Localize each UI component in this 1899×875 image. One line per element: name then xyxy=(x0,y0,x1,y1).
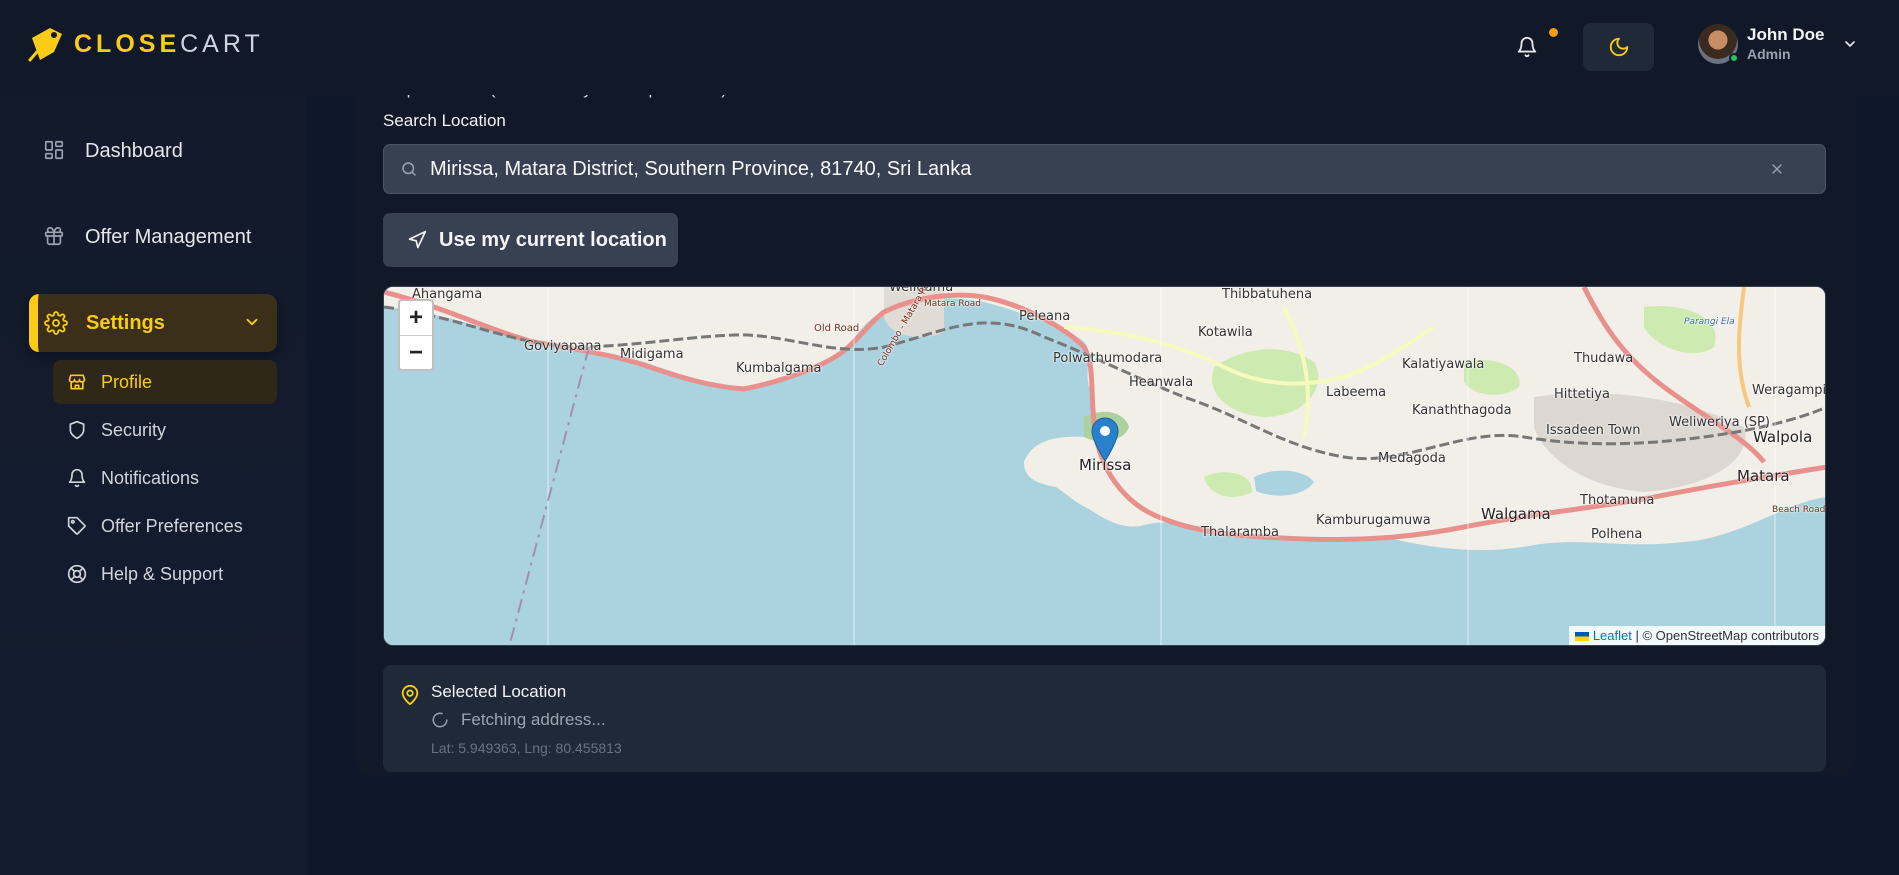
map-place-label: Kamburugamuwa xyxy=(1316,513,1431,528)
chevron-down-icon xyxy=(246,318,258,326)
map-attribution: Leaflet | © OpenStreetMap contributors xyxy=(1568,626,1825,645)
map-place-label: Thibbatuhena xyxy=(1222,287,1313,302)
map-place-label: Polwathumodara xyxy=(1053,351,1163,366)
moon-icon xyxy=(1609,37,1628,57)
ukraine-flag-icon xyxy=(1574,632,1589,642)
sidebar-subitem-profile[interactable]: Profile xyxy=(53,360,277,404)
online-status-dot xyxy=(1729,53,1739,63)
map-place-label: Walpola xyxy=(1753,428,1813,446)
map-place-label: Kanaththagoda xyxy=(1412,403,1512,418)
map-place-label: Labeema xyxy=(1326,385,1387,400)
use-current-location-button[interactable]: Use my current location xyxy=(383,213,678,267)
logo-text-close: CLOSE xyxy=(74,29,181,58)
chevron-down-icon xyxy=(1845,41,1856,47)
map-place-label: Issadeen Town xyxy=(1546,423,1641,438)
selected-location-title: Selected Location xyxy=(431,682,567,701)
sidebar-subitem-label: Help & Support xyxy=(101,563,224,584)
sidebar-subitem-offer-preferences[interactable]: Offer Preferences xyxy=(53,504,277,548)
logo[interactable]: CLOSECART xyxy=(28,24,264,64)
sidebar-subitem-security[interactable]: Security xyxy=(53,408,277,452)
sidebar-item-label: Offer Management xyxy=(85,225,252,248)
map-place-label: Hittetiya xyxy=(1554,387,1610,402)
sidebar-item-label: Dashboard xyxy=(85,139,183,162)
logo-text: CLOSECART xyxy=(74,30,264,59)
sidebar-item-label: Settings xyxy=(86,311,165,334)
fetching-address-status: Fetching address... xyxy=(431,710,606,730)
map-place-label: Weragampita xyxy=(1752,383,1826,398)
attribution-text: | © OpenStreetMap contributors xyxy=(1635,628,1820,643)
grid-icon xyxy=(43,139,67,163)
sidebar-subitem-label: Notifications xyxy=(101,467,200,488)
map-place-label: Beach Road xyxy=(1772,505,1826,515)
tag-icon xyxy=(67,516,87,536)
user-menu[interactable]: John Doe Admin xyxy=(1698,24,1858,64)
bell-icon xyxy=(67,468,87,488)
navigation-arrow-icon xyxy=(407,230,427,250)
map-place-label: Polhena xyxy=(1591,527,1643,542)
map-place-label: Heanwala xyxy=(1129,375,1194,390)
sidebar-subitem-label: Offer Preferences xyxy=(101,515,243,536)
location-marker-icon[interactable] xyxy=(1090,417,1120,463)
selected-location-panel: Selected Location Fetching address... La… xyxy=(383,665,1826,772)
map-place-label: Matara Road xyxy=(924,299,981,309)
map-place-label: Goviyapana xyxy=(524,339,602,354)
sidebar-item-settings[interactable]: Settings xyxy=(29,294,277,352)
notifications-button[interactable] xyxy=(1510,30,1544,64)
map-place-label: Kalatiyawala xyxy=(1402,357,1485,372)
map-place-label: Thalaramba xyxy=(1201,525,1279,540)
use-current-location-label: Use my current location xyxy=(439,228,667,251)
map-view[interactable]: Ahangama Goviyapana Midigama Kumbalgama … xyxy=(383,286,1826,646)
zoom-out-button[interactable]: − xyxy=(400,335,432,369)
map-place-label: Old Road xyxy=(814,323,860,334)
map-place-label: Peleana xyxy=(1019,309,1071,324)
avatar xyxy=(1698,24,1739,64)
theme-toggle-button[interactable] xyxy=(1583,23,1654,71)
sidebar-subitem-label: Profile xyxy=(101,371,153,392)
user-role: Admin xyxy=(1747,45,1791,62)
sidebar-item-offer-management[interactable]: Offer Management xyxy=(29,208,277,266)
logo-tag-icon xyxy=(28,28,62,62)
clear-search-button[interactable] xyxy=(1757,149,1797,189)
notification-dot xyxy=(1549,28,1558,37)
search-icon xyxy=(400,160,418,178)
gear-icon xyxy=(44,311,68,335)
map-pin-icon xyxy=(399,683,421,712)
zoom-in-button[interactable]: + xyxy=(400,301,432,335)
map-place-label: Medagoda xyxy=(1378,451,1446,466)
logo-text-cart: CART xyxy=(180,29,264,58)
location-search-input[interactable] xyxy=(430,157,1757,181)
map-place-label: Matara xyxy=(1737,467,1790,485)
fetching-address-text: Fetching address... xyxy=(461,710,606,729)
lifebuoy-icon xyxy=(67,564,87,584)
location-search-field[interactable] xyxy=(383,144,1826,194)
loading-spinner-icon xyxy=(431,711,449,729)
sidebar-subitem-help-support[interactable]: Help & Support xyxy=(53,552,277,596)
map-place-label: Midigama xyxy=(620,347,684,362)
map-place-label: Parangi Ela xyxy=(1684,317,1735,327)
leaflet-link[interactable]: Leaflet xyxy=(1593,628,1632,643)
coordinates-readout: Lat: 5.949363, Lng: 80.455813 xyxy=(431,740,622,756)
map-place-label: Kotawila xyxy=(1198,325,1253,340)
map-place-label: Kumbalgama xyxy=(736,361,822,376)
map-place-label: Thotamuna xyxy=(1580,493,1655,508)
map-zoom-control: + − xyxy=(398,299,434,371)
sidebar-item-dashboard[interactable]: Dashboard xyxy=(29,122,277,180)
sidebar-subitem-notifications[interactable]: Notifications xyxy=(53,456,277,500)
user-name: John Doe xyxy=(1747,25,1825,45)
bell-icon xyxy=(1517,37,1537,58)
close-icon xyxy=(1772,164,1782,174)
sidebar-subitem-label: Security xyxy=(101,419,167,440)
shield-icon xyxy=(67,420,87,440)
map-place-label: Walgama xyxy=(1481,505,1551,523)
map-place-label: Thudawa xyxy=(1574,351,1634,366)
gift-icon xyxy=(43,225,67,249)
store-icon xyxy=(67,372,87,392)
search-location-label: Search Location xyxy=(383,111,506,130)
top-bar: CLOSECART John Doe Admin xyxy=(0,0,1899,95)
